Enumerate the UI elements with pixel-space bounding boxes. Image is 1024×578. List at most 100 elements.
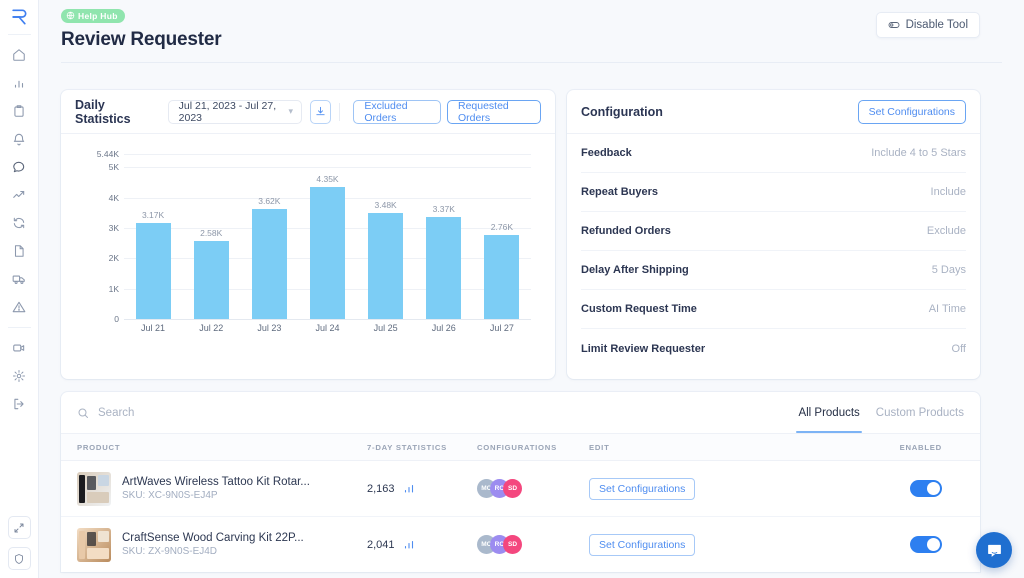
sidebar-item-analytics[interactable] bbox=[4, 69, 34, 97]
chat-launcher-button[interactable] bbox=[976, 532, 1012, 568]
daily-statistics-header: Daily Statistics Jul 21, 2023 - Jul 27, … bbox=[61, 90, 555, 134]
sidebar-item-reports[interactable] bbox=[4, 237, 34, 265]
sidebar-item-trends[interactable] bbox=[4, 181, 34, 209]
download-icon bbox=[316, 106, 325, 116]
app-root: Help Hub Review Requester Disable Tool D… bbox=[0, 0, 1024, 578]
table-row[interactable]: CraftSense Wood Carving Kit 22P... SKU: Z… bbox=[61, 517, 980, 572]
product-name: ArtWaves Wireless Tattoo Kit Rotar... bbox=[122, 476, 310, 488]
statistics-value: 2,041 bbox=[367, 538, 395, 551]
sidebar-item-issues[interactable] bbox=[4, 293, 34, 321]
chart-bar-column[interactable]: 3.48K bbox=[361, 154, 411, 319]
cards-row: Daily Statistics Jul 21, 2023 - Jul 27, … bbox=[39, 63, 1024, 379]
set-configurations-button[interactable]: Set Configurations bbox=[857, 99, 966, 124]
chart-x-axis: Jul 21 Jul 22 Jul 23 Jul 24 Jul 25 Jul 26 Jul … bbox=[124, 323, 531, 333]
sidebar-item-messages[interactable] bbox=[4, 153, 34, 181]
chart-bar[interactable] bbox=[251, 209, 287, 319]
chart-bars: 3.17K 2.58K 3.62K 4.35K 3.48K 3.37K 2.76K bbox=[124, 154, 531, 319]
bar-chart-icon[interactable] bbox=[403, 483, 415, 495]
configurations-cell: MO RO SD bbox=[477, 479, 589, 498]
sidebar-item-orders[interactable] bbox=[4, 97, 34, 125]
help-hub-badge[interactable]: Help Hub bbox=[61, 8, 125, 23]
chart-bar-column[interactable]: 2.76K bbox=[477, 154, 527, 319]
chart-bar[interactable] bbox=[368, 213, 404, 319]
row-set-configurations-button[interactable]: Set Configurations bbox=[589, 533, 696, 556]
chart-bar-label: 2.76K bbox=[490, 222, 514, 233]
expand-sidebar-button[interactable] bbox=[7, 516, 31, 539]
configuration-value: Off bbox=[951, 342, 966, 355]
configuration-row[interactable]: Feedback Include 4 to 5 Stars bbox=[581, 134, 966, 173]
enabled-toggle[interactable] bbox=[910, 480, 942, 497]
shield-icon bbox=[15, 553, 23, 564]
sidebar-item-shipping[interactable] bbox=[4, 265, 34, 293]
configuration-row[interactable]: Delay After Shipping 5 Days bbox=[581, 251, 966, 290]
chart-y-tick: 5K bbox=[108, 162, 119, 173]
logout-icon bbox=[14, 398, 24, 410]
configuration-label: Limit Review Requester bbox=[581, 342, 706, 355]
sidebar-item-home[interactable] bbox=[4, 41, 34, 69]
app-logo[interactable] bbox=[0, 0, 38, 34]
avatar[interactable]: SD bbox=[503, 535, 522, 554]
configuration-label: Custom Request Time bbox=[581, 303, 697, 315]
chart-bar-label: 4.35K bbox=[316, 174, 339, 185]
chevron-down-icon: ▾ bbox=[288, 106, 294, 116]
chart-bar-column[interactable]: 4.35K bbox=[302, 154, 352, 319]
chart-bar[interactable] bbox=[309, 187, 345, 319]
chart-axis-baseline bbox=[124, 319, 531, 320]
chart-bar-label: 3.48K bbox=[374, 200, 397, 211]
video-icon bbox=[13, 344, 25, 352]
download-button[interactable] bbox=[310, 99, 331, 124]
chart-bar-column[interactable]: 3.37K bbox=[419, 154, 469, 319]
chart-y-tick: 3K bbox=[108, 223, 119, 233]
enabled-toggle[interactable] bbox=[910, 536, 942, 553]
chart-bar-column[interactable]: 3.17K bbox=[128, 154, 178, 319]
warning-icon bbox=[12, 301, 26, 313]
sidebar bbox=[0, 0, 39, 578]
chart-bar-column[interactable]: 3.62K bbox=[244, 154, 294, 319]
logo-r-icon bbox=[12, 9, 27, 25]
trending-up-icon bbox=[13, 190, 25, 198]
refresh-icon bbox=[13, 217, 25, 229]
configuration-label: Feedback bbox=[581, 147, 632, 159]
tab-all-products[interactable]: All Products bbox=[796, 392, 863, 433]
sidebar-item-logout[interactable] bbox=[4, 390, 34, 418]
chart-x-tick: Jul 22 bbox=[199, 323, 224, 333]
column-edit: EDIT bbox=[589, 442, 610, 452]
chart-bar-column[interactable]: 2.58K bbox=[186, 154, 236, 319]
chart-bar-label: 3.17K bbox=[141, 209, 165, 220]
configuration-row[interactable]: Custom Request Time AI Time bbox=[581, 290, 966, 329]
excluded-orders-button[interactable]: Excluded Orders bbox=[353, 99, 441, 124]
requested-orders-button[interactable]: Requested Orders bbox=[446, 99, 541, 124]
chart-bar[interactable] bbox=[193, 240, 229, 319]
search-box[interactable] bbox=[77, 406, 798, 419]
sidebar-item-sync[interactable] bbox=[4, 209, 34, 237]
avatar[interactable]: SD bbox=[503, 479, 522, 498]
sidebar-item-tutorials[interactable] bbox=[4, 334, 34, 362]
configuration-value: AI Time bbox=[928, 303, 966, 315]
tab-custom-products[interactable]: Custom Products bbox=[876, 392, 964, 433]
date-range-value: Jul 21, 2023 - Jul 27, 2023 bbox=[178, 99, 277, 124]
products-table-header: PRODUCT 7-DAY STATISTICS CONFIGURATIONS … bbox=[61, 434, 980, 461]
column-enabled: ENABLED bbox=[899, 442, 942, 452]
date-range-picker[interactable]: Jul 21, 2023 - Jul 27, 2023 ▾ bbox=[167, 99, 303, 124]
disable-tool-button[interactable]: Disable Tool bbox=[875, 12, 980, 38]
configuration-label: Delay After Shipping bbox=[581, 264, 689, 276]
chart-bar[interactable] bbox=[426, 216, 462, 319]
security-button[interactable] bbox=[7, 547, 31, 570]
product-thumbnail bbox=[77, 527, 111, 562]
sidebar-item-settings[interactable] bbox=[4, 362, 34, 390]
search-input[interactable] bbox=[98, 406, 398, 419]
configuration-row[interactable]: Repeat Buyers Include bbox=[581, 173, 966, 212]
row-set-configurations-button[interactable]: Set Configurations bbox=[589, 477, 696, 500]
configurations-cell: MO RO SD bbox=[477, 535, 589, 554]
product-cell: ArtWaves Wireless Tattoo Kit Rotar... SKU… bbox=[77, 471, 367, 506]
table-row[interactable]: ArtWaves Wireless Tattoo Kit Rotar... SKU… bbox=[61, 461, 980, 517]
configuration-row[interactable]: Limit Review Requester Off bbox=[581, 329, 966, 368]
chart-bar[interactable] bbox=[135, 222, 171, 319]
bar-chart-icon[interactable] bbox=[403, 539, 415, 551]
bar-chart-icon bbox=[14, 80, 24, 88]
configuration-row[interactable]: Refunded Orders Exclude bbox=[581, 212, 966, 251]
chart-y-tick: 2K bbox=[108, 253, 119, 264]
chart-bar[interactable] bbox=[484, 235, 520, 319]
sidebar-item-alerts[interactable] bbox=[4, 125, 34, 153]
sidebar-divider-bottom bbox=[7, 327, 31, 328]
